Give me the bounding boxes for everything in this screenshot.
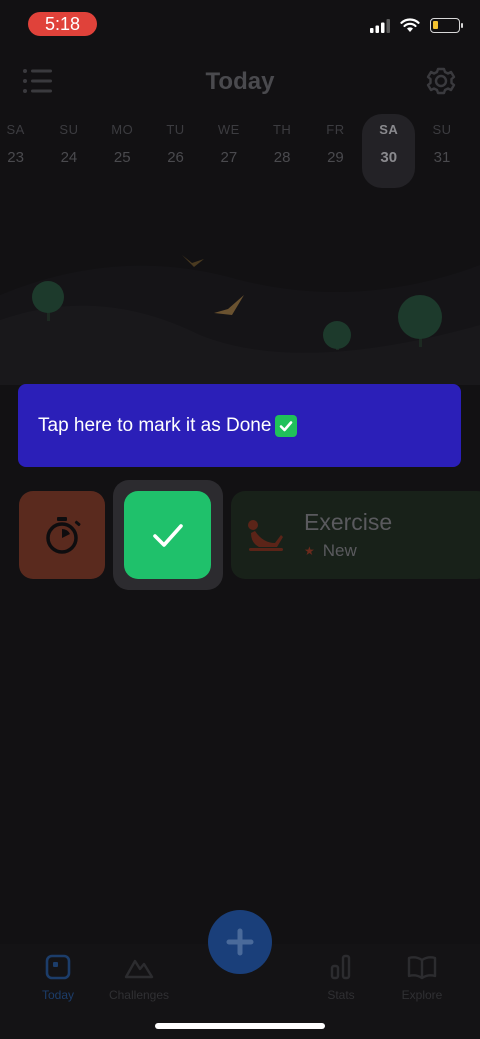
day-abbr: SA [6,122,25,137]
day-item[interactable]: MO 25 [96,114,149,188]
star-icon: ★ [304,544,315,558]
day-item-selected[interactable]: SA 30 [362,114,416,188]
cellular-signal-icon [370,18,390,33]
tooltip-label: Tap here to mark it as Done [38,414,272,436]
plus-icon [226,928,254,956]
tab-label: Challenges [108,988,170,1002]
week-strip: SA 23 SU 24 MO 25 TU 26 WE 27 TH 28 FR 29 SA 30 … [0,114,480,192]
day-abbr: TU [166,122,185,137]
settings-button[interactable] [424,64,458,98]
day-item[interactable]: WE 27 [202,114,255,188]
status-time: 5:18 [28,12,97,36]
day-number: 24 [60,149,78,166]
day-abbr: SA [379,122,399,137]
page-title: Today [205,68,275,95]
tab-explore[interactable]: Explore [382,952,462,1002]
wifi-icon [400,18,420,32]
done-highlight [113,480,223,590]
day-number: 30 [380,149,398,166]
done-button[interactable] [124,491,211,579]
day-number: 27 [220,149,238,166]
day-abbr: SU [432,122,452,137]
day-number: 23 [7,149,24,166]
habit-card[interactable]: Exercise ★ New [231,491,480,579]
battery-icon [430,18,463,33]
habit-status-badge: ★ New [304,541,357,561]
landscape-illustration [0,255,480,385]
day-abbr: MO [111,122,134,137]
status-icons [370,18,463,33]
tooltip-text: Tap here to mark it as Done [38,414,298,437]
home-indicator [155,1023,325,1029]
check-mark-button-icon [275,414,298,437]
tab-today[interactable]: Today [18,952,98,1002]
tab-label: Explore [401,988,443,1002]
timer-button[interactable] [19,491,105,579]
day-abbr: TH [272,122,292,137]
add-habit-button[interactable] [208,910,272,974]
status-bar: 5:18 [0,0,480,48]
day-item[interactable]: SU 31 [415,114,468,188]
header: Today [0,60,480,104]
tab-stats[interactable]: Stats [301,952,381,1002]
day-item[interactable]: TH 28 [255,114,308,188]
stopwatch-icon [46,517,81,554]
tab-label: Stats [327,988,355,1002]
day-abbr: SU [59,122,79,137]
day-number: 25 [113,149,131,166]
gear-icon [426,67,456,95]
day-item[interactable]: SU 24 [42,114,95,188]
tab-label: Today [41,988,75,1002]
checkmark-icon [153,524,183,547]
day-number: 29 [327,149,344,166]
day-number: 28 [273,149,291,166]
habit-name: Exercise [304,509,393,535]
day-item[interactable]: FR 29 [309,114,362,188]
tab-challenges[interactable]: Challenges [99,952,179,1002]
mountain-icon [124,959,154,979]
battery-level [433,21,438,29]
day-item[interactable]: SA 23 [0,114,42,188]
day-number: 31 [433,149,451,166]
day-number: 26 [167,149,184,166]
calendar-today-icon [45,954,71,980]
sit-up-icon [248,520,283,551]
bird-illustration [182,255,204,267]
day-abbr: WE [217,122,240,137]
open-book-icon [407,956,437,980]
day-item[interactable]: TU 26 [149,114,202,188]
habit-badge-label: New [322,541,357,560]
bar-chart-icon [330,954,351,980]
day-abbr: FR [326,122,345,137]
onboarding-tooltip[interactable]: Tap here to mark it as Done [18,384,461,467]
